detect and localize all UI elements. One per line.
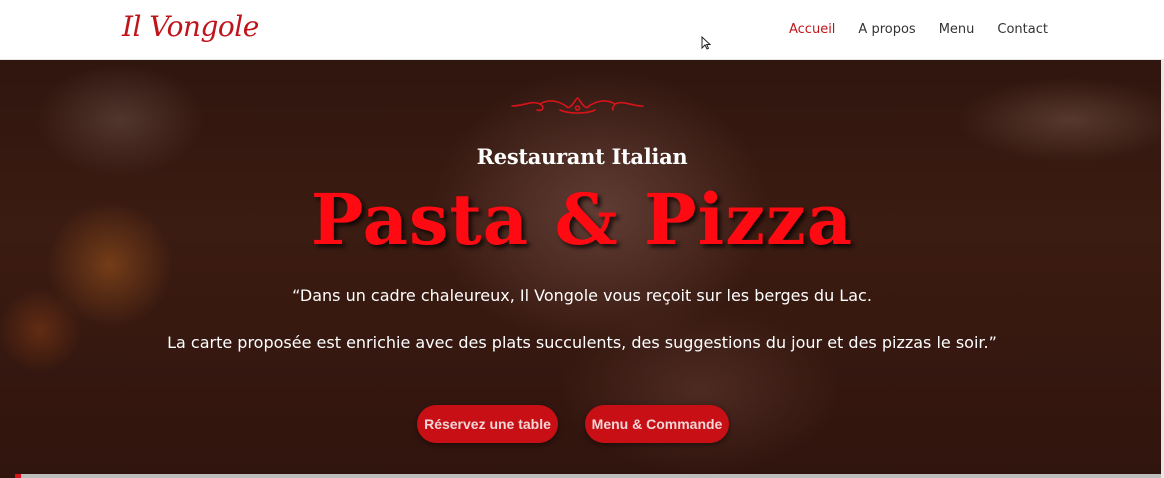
mouse-cursor-icon <box>701 36 711 50</box>
nav-item-accueil[interactable]: Accueil <box>789 22 835 37</box>
logo[interactable]: Il Vongole <box>122 10 259 43</box>
menu-order-button[interactable]: Menu & Commande <box>585 405 729 443</box>
video-progress-fill <box>15 474 21 478</box>
nav-item-menu[interactable]: Menu <box>939 22 975 37</box>
swirl-ornament-icon <box>511 97 644 114</box>
hero-section: Restaurant Italian Pasta & Pizza “Dans u… <box>0 60 1164 478</box>
reserve-table-button[interactable]: Réservez une table <box>417 405 558 443</box>
nav-item-contact[interactable]: Contact <box>997 22 1048 37</box>
navbar: Il Vongole Accueil A propos Menu Contact <box>0 0 1164 60</box>
hero-description-line1: “Dans un cadre chaleureux, Il Vongole vo… <box>292 286 872 305</box>
video-progress-bar[interactable] <box>15 474 1161 478</box>
hero-headline: Pasta & Pizza <box>310 178 854 261</box>
main-nav: Accueil A propos Menu Contact <box>789 22 1048 37</box>
nav-item-a-propos[interactable]: A propos <box>858 22 915 37</box>
hero-description-line2: La carte proposée est enrichie avec des … <box>167 333 997 352</box>
hero-subtitle: Restaurant Italian <box>476 144 688 169</box>
